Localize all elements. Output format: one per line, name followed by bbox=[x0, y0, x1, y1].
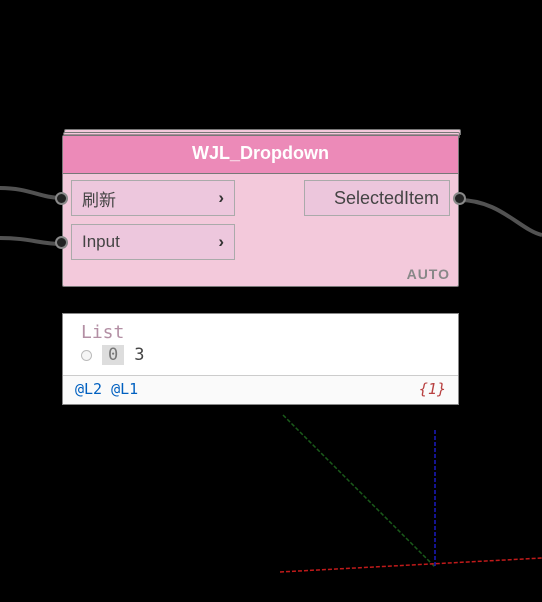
chevron-right-icon: › bbox=[218, 188, 224, 208]
list-label: List bbox=[81, 322, 444, 343]
item-value: 3 bbox=[134, 345, 144, 365]
item-index: 0 bbox=[102, 345, 124, 365]
output-port-selecteditem[interactable]: SelectedItem bbox=[304, 180, 450, 216]
port-connector-dot[interactable] bbox=[453, 192, 466, 205]
input-port-input[interactable]: Input › bbox=[71, 224, 235, 260]
dropdown-node[interactable]: WJL_Dropdown 刷新 › Input › SelectedItem A… bbox=[62, 135, 459, 287]
input-port-label: Input bbox=[82, 232, 120, 252]
port-connector-dot[interactable] bbox=[55, 236, 68, 249]
port-connector-dot[interactable] bbox=[55, 192, 68, 205]
list-item: 0 3 bbox=[81, 345, 444, 365]
node-body: 刷新 › Input › SelectedItem AUTO bbox=[63, 174, 458, 286]
chevron-right-icon: › bbox=[218, 232, 224, 252]
input-port-label: 刷新 bbox=[82, 186, 116, 211]
output-panel[interactable]: List 0 3 @L2 @L1 {1} bbox=[62, 313, 459, 405]
panel-footer: @L2 @L1 {1} bbox=[63, 375, 458, 404]
auto-label: AUTO bbox=[407, 266, 450, 282]
node-title[interactable]: WJL_Dropdown bbox=[63, 136, 458, 174]
annotation-right: {1} bbox=[419, 380, 446, 398]
annotation-left: @L2 @L1 bbox=[75, 380, 138, 398]
output-port-label: SelectedItem bbox=[334, 188, 439, 209]
panel-content: List 0 3 bbox=[63, 314, 458, 375]
item-bullet-icon bbox=[81, 350, 92, 361]
input-port-refresh[interactable]: 刷新 › bbox=[71, 180, 235, 216]
